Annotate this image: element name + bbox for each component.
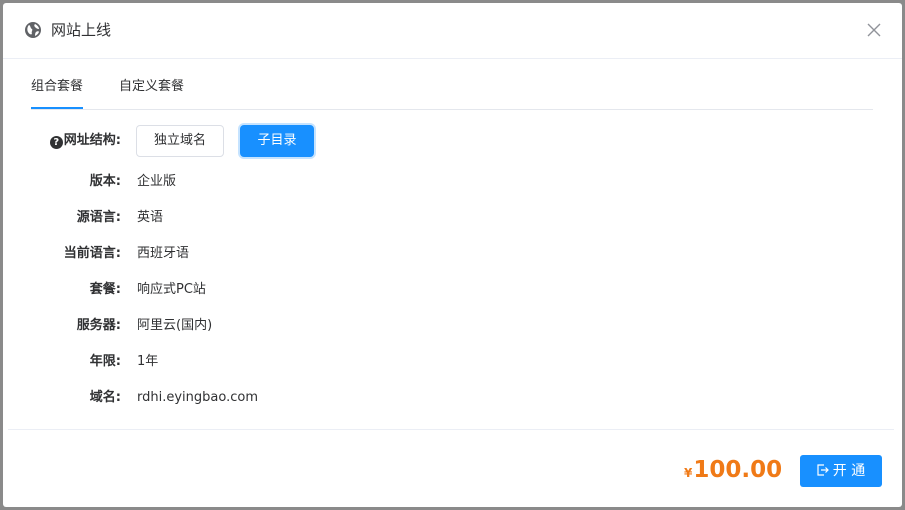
question-icon[interactable]: ?: [49, 136, 63, 149]
price-amount: 100.00: [693, 457, 783, 483]
globe-icon: [25, 22, 41, 38]
source-language-row: 源语言: 英语: [3, 208, 902, 228]
current-language-row: 当前语言: 西班牙语: [3, 244, 902, 264]
open-button-label: 开 通: [832, 463, 866, 479]
tab-combo-package[interactable]: 组合套餐: [31, 77, 84, 109]
price: ¥100.00: [684, 455, 782, 485]
close-icon[interactable]: [866, 22, 882, 38]
url-structure-label: ? 网址结构:: [49, 131, 121, 151]
tab-bar: 组合套餐 自定义套餐: [31, 59, 873, 110]
server-value: 阿里云(国内): [137, 318, 213, 333]
source-language-label: 源语言:: [76, 210, 121, 225]
currency-symbol: ¥: [684, 466, 693, 480]
tab-custom-package[interactable]: 自定义套餐: [119, 77, 184, 107]
open-button[interactable]: 开 通: [800, 455, 882, 487]
version-row: 版本: 企业版: [3, 172, 902, 192]
package-value: 响应式PC站: [137, 282, 206, 297]
package-label: 套餐:: [89, 282, 121, 297]
term-value: 1年: [137, 354, 159, 369]
dialog-title: 网站上线: [51, 21, 112, 39]
footer-divider: [8, 429, 894, 430]
term-label: 年限:: [89, 354, 121, 369]
version-label: 版本:: [89, 174, 121, 189]
term-row: 年限: 1年: [3, 352, 902, 372]
server-label: 服务器:: [76, 318, 121, 333]
current-language-value: 西班牙语: [137, 246, 190, 261]
independent-domain-button[interactable]: 独立域名: [136, 125, 224, 157]
current-language-label: 当前语言:: [63, 246, 121, 261]
source-language-value: 英语: [137, 210, 164, 225]
domain-value: rdhi.eyingbao.com: [137, 390, 258, 405]
version-value: 企业版: [137, 174, 177, 189]
subdirectory-button[interactable]: 子目录: [240, 125, 314, 157]
package-row: 套餐: 响应式PC站: [3, 280, 902, 300]
server-row: 服务器: 阿里云(国内): [3, 316, 902, 336]
dialog: 网站上线 组合套餐 自定义套餐 ? 网址结构: 独立域名 子目录 版本: 企业版 …: [3, 3, 902, 507]
domain-row: 域名: rdhi.eyingbao.com: [3, 388, 902, 408]
domain-label: 域名:: [89, 390, 121, 405]
open-icon: [817, 464, 829, 476]
dialog-header: 网站上线: [3, 3, 902, 59]
